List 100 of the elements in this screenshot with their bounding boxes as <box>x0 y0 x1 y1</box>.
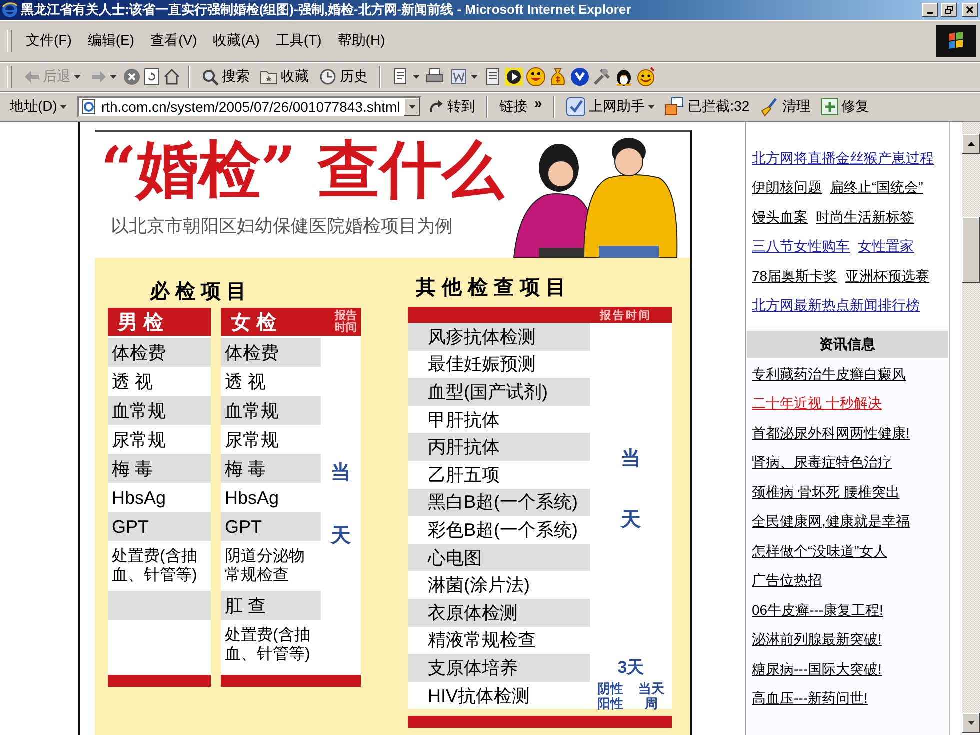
time-mark: 当天 <box>638 682 664 695</box>
news-link[interactable]: 亚洲杯预选赛 <box>846 268 930 286</box>
section-header: 资讯信息 <box>747 331 948 358</box>
news-link[interactable]: 北方网将直播金丝猴产崽过程 <box>752 150 934 168</box>
address-label[interactable]: 地址(D) <box>6 96 72 118</box>
repair-button[interactable]: 修复 <box>816 96 874 118</box>
news-link[interactable]: 北方网最新热点新闻排行榜 <box>752 297 920 316</box>
news-link[interactable]: 扁终止“国统会” <box>830 179 924 198</box>
flag-logo-icon <box>936 25 976 57</box>
report-time-label: 报告时间 <box>600 308 652 322</box>
menu-item[interactable]: 文件(F) <box>18 30 80 52</box>
dropdown-button[interactable] <box>404 98 420 116</box>
news-link[interactable]: 肾病、尿毒症特色治疗 <box>752 454 892 472</box>
go-button[interactable]: 转到 <box>424 96 480 118</box>
table-cell: 血常规 <box>221 396 321 425</box>
smiley-icon[interactable] <box>526 67 546 87</box>
news-link[interactable]: 颈椎病 骨坏死 腰椎突出 <box>752 484 900 502</box>
minimize-button[interactable] <box>922 3 938 17</box>
menu-item[interactable]: 工具(T) <box>268 30 330 52</box>
table-cell: 肛 查 <box>221 591 321 620</box>
news-link[interactable]: 泌淋前列腺最新突破! <box>752 631 882 650</box>
clean-button[interactable]: 清理 <box>756 95 815 119</box>
scrollbar-thumb[interactable] <box>962 217 980 283</box>
table-cell-text: 尿常规 <box>111 428 167 452</box>
table-cell: 支原体培养 <box>408 654 590 682</box>
table-cell-text: 甲肝抗体 <box>427 408 501 432</box>
clock-icon <box>319 68 337 86</box>
search-icon <box>201 68 219 86</box>
search-button[interactable]: 搜索 <box>197 66 254 88</box>
news-link[interactable]: 三八节女性购车 <box>752 238 850 256</box>
table-cell: 风疹抗体检测 <box>408 323 590 351</box>
close-icon <box>966 6 974 14</box>
table-cell: 黑白B超(一个系统) <box>408 488 590 516</box>
close-button[interactable] <box>962 3 978 17</box>
caret-icon[interactable] <box>648 105 656 109</box>
caret-icon[interactable] <box>413 75 420 79</box>
news-link[interactable]: 专利藏药治牛皮癣白癜风 <box>752 366 906 384</box>
table-cell-text: 彩色B超(一个系统) <box>427 518 579 542</box>
table-cell: 血常规 <box>108 396 211 425</box>
favorites-button[interactable]: 收藏 <box>256 66 313 88</box>
section-heading: 其他检查项目 <box>416 276 572 301</box>
news-link[interactable]: 二十年近视 十秒解决 <box>752 395 882 414</box>
scroll-down-button[interactable] <box>962 713 980 733</box>
table-cell-text: 乙肝五项 <box>427 464 501 487</box>
caret-icon[interactable] <box>60 105 68 109</box>
table-cell-text: 透 视 <box>111 370 154 394</box>
news-link[interactable]: 馒头血案 <box>752 208 808 227</box>
table-cell-text: 尿常规 <box>224 428 280 452</box>
history-button[interactable]: 历史 <box>315 66 372 88</box>
news-link[interactable]: 女性置家 <box>858 238 914 256</box>
menu-item[interactable]: 查看(V) <box>142 30 206 52</box>
checkbox-icon <box>566 97 586 117</box>
table-cell: 体检费 <box>221 338 321 367</box>
table-cell-text: 处置费(含抽血、针管等) <box>224 626 312 665</box>
table-cell-text: HbsAg <box>111 486 168 510</box>
table-cell-text: HbsAg <box>224 486 280 510</box>
result-label: 阴性 <box>598 682 624 695</box>
address-field[interactable]: rth.com.cn/system/2005/07/26/001077843.shtml <box>77 96 422 118</box>
home-icon[interactable] <box>163 68 181 86</box>
notes-icon[interactable] <box>484 68 502 86</box>
windows-stack-icon <box>665 97 686 117</box>
blocked-button[interactable]: 已拦截:32 <box>661 95 754 119</box>
caret-icon <box>408 105 416 109</box>
scroll-up-button[interactable] <box>962 134 980 154</box>
menu-item[interactable]: 帮助(H) <box>330 30 394 52</box>
time-mark: 当 <box>621 446 641 472</box>
news-link[interactable]: 糖尿病---国际大突破! <box>752 660 882 679</box>
assistant-button[interactable]: 上网助手 <box>562 95 660 119</box>
news-link[interactable]: 06牛皮癣---康复工程! <box>752 602 884 620</box>
time-mark: 当 <box>331 461 351 486</box>
refresh-icon[interactable] <box>143 68 161 86</box>
report-time-label: 报告时间 <box>334 310 358 334</box>
stop-icon[interactable] <box>123 68 141 86</box>
page-edit-icon <box>450 68 468 86</box>
menu-item[interactable]: 收藏(A) <box>205 30 268 52</box>
scrollbar-track[interactable] <box>962 122 980 733</box>
up-arrow-icon <box>968 142 974 146</box>
news-link[interactable]: 广告位热招 <box>752 572 822 590</box>
links-button[interactable]: 链接 » <box>495 96 546 118</box>
time-mark: 周 <box>645 696 658 710</box>
tools-icon[interactable] <box>592 67 612 87</box>
news-link[interactable]: 怎样做个“没味道”女人 <box>752 542 888 561</box>
caret-icon[interactable] <box>471 75 478 79</box>
table-cell-text: 阴道分泌物常规检查 <box>224 547 306 586</box>
menu-item[interactable]: 编辑(E) <box>80 30 143 52</box>
broom-icon <box>760 97 780 117</box>
play-icon[interactable] <box>504 67 524 87</box>
down-arrow-icon <box>968 721 974 725</box>
penguin-icon[interactable] <box>614 67 634 87</box>
restore-icon <box>945 6 953 14</box>
news-link[interactable]: 全民健康网,健康就是幸福 <box>752 513 910 532</box>
restore-button[interactable] <box>941 3 957 17</box>
news-link[interactable]: 首都泌尿外科网两性健康! <box>752 424 910 443</box>
news-link[interactable]: 时尚生活新标签 <box>816 208 914 227</box>
money-bag-icon[interactable] <box>548 67 568 87</box>
news-link[interactable]: 伊朗核问题 <box>752 179 822 198</box>
news-link[interactable]: 78届奥斯卡奖 <box>752 268 838 286</box>
news-link[interactable]: 高血压---新药问世! <box>752 690 868 708</box>
table-cell: 梅 毒 <box>108 454 211 483</box>
table-cell: 丙肝抗体 <box>408 433 590 461</box>
